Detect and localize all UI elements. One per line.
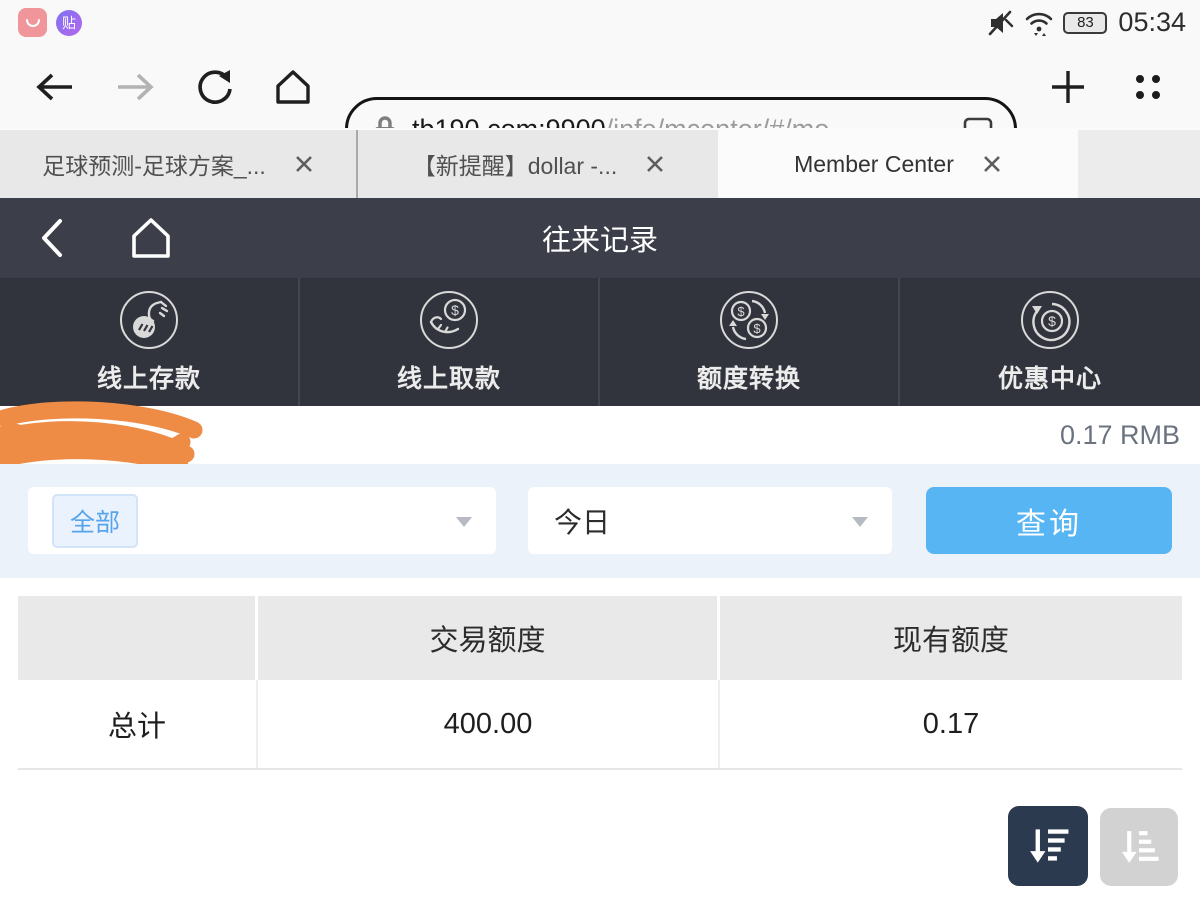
clock: 05:34 — [1118, 7, 1186, 37]
svg-text:$: $ — [753, 321, 761, 336]
account-row: 0.17 RMB — [0, 401, 1200, 475]
reload-button[interactable] — [188, 45, 242, 128]
sort-descending-icon — [1030, 829, 1069, 863]
wifi-icon — [1026, 12, 1053, 36]
sort-ascending-button[interactable] — [1100, 808, 1178, 886]
nav-credit-transfer[interactable]: $ $ 额度转换 — [600, 278, 900, 406]
total-current-value: 0.17 — [720, 680, 1182, 768]
summary-table: 交易额度 现有额度 总计 400.00 0.17 — [18, 596, 1182, 770]
close-icon[interactable] — [982, 154, 1002, 174]
table-header-row: 交易额度 现有额度 — [18, 596, 1182, 680]
page-home-button[interactable] — [126, 214, 176, 262]
home-button[interactable] — [266, 45, 320, 128]
nav-label: 优惠中心 — [997, 365, 1102, 393]
tab-label: 足球预测-足球方案_... — [42, 153, 266, 179]
tab-strip: 足球预测-足球方案_... 【新提醒】dollar -... Member Ce… — [0, 128, 1200, 198]
tab-label: 【新提醒】dollar -... — [412, 153, 618, 179]
battery-percent: 83 — [1077, 14, 1094, 31]
sort-descending-button[interactable] — [1008, 806, 1088, 886]
back-button[interactable] — [30, 45, 80, 128]
coin-refresh-icon: $ — [1021, 291, 1079, 349]
nav-online-deposit[interactable]: 线上存款 — [0, 278, 300, 406]
close-icon[interactable] — [294, 154, 314, 174]
total-label: 总计 — [18, 680, 258, 768]
type-select[interactable]: 全部 — [28, 487, 496, 554]
tieba-notification-icon: 贴 — [56, 10, 82, 36]
page-title: 往来记录 — [541, 225, 658, 257]
page-back-button[interactable] — [30, 216, 74, 260]
date-select[interactable]: 今日 — [528, 487, 892, 554]
quick-nav: 线上存款 $ 线上取款 $ $ 额度转换 $ 优惠中心 — [0, 278, 1200, 406]
coins-swap-icon: $ $ — [720, 291, 778, 349]
filter-bar: 全部 今日 查询 — [0, 464, 1200, 578]
muted-speaker-icon — [989, 10, 1014, 35]
chevron-down-icon — [852, 517, 868, 527]
tieba-badge-text: 贴 — [62, 15, 76, 31]
balance-amount: 0.17 RMB — [1059, 419, 1180, 450]
status-indicators: 83 05:34 — [987, 0, 1186, 45]
nav-label: 线上存款 — [96, 365, 201, 393]
screen: 贴 83 05:34 足球预测-足球方案_... 【新提醒】dollar -..… — [0, 0, 1200, 916]
close-icon[interactable] — [645, 154, 665, 174]
svg-text:$: $ — [737, 304, 745, 319]
sort-ascending-icon — [1121, 831, 1159, 863]
forward-button[interactable] — [110, 45, 160, 128]
hand-coin-icon: $ — [420, 291, 478, 349]
table-row: 总计 400.00 0.17 — [18, 680, 1182, 770]
tab-football-predict[interactable]: 足球预测-足球方案_... — [0, 130, 358, 198]
svg-text:$: $ — [1048, 313, 1056, 329]
nav-label: 线上取款 — [396, 365, 501, 393]
svg-text:$: $ — [451, 302, 459, 318]
new-tab-button[interactable] — [1042, 45, 1094, 128]
header-transaction-amount: 交易额度 — [258, 596, 720, 680]
nav-online-withdraw[interactable]: $ 线上取款 — [300, 278, 600, 406]
nav-promo-center[interactable]: $ 优惠中心 — [900, 278, 1200, 406]
query-button[interactable]: 查询 — [926, 487, 1172, 554]
page-header: 往来记录 — [0, 198, 1200, 278]
total-transaction-value: 400.00 — [258, 680, 720, 768]
browser-toolbar: tb190.com:9900/infe/mcenter/#/mo — [0, 45, 1200, 161]
header-empty — [18, 596, 258, 680]
chevron-down-icon — [456, 517, 472, 527]
hand-banknote-icon — [120, 291, 178, 349]
tab-new-reminder[interactable]: 【新提醒】dollar -... — [360, 130, 718, 198]
date-selected-value: 今日 — [554, 506, 611, 538]
tab-label: Member Center — [794, 150, 954, 177]
status-bar: 贴 83 05:34 — [0, 0, 1200, 45]
nav-label: 额度转换 — [696, 365, 801, 393]
appgallery-notification-icon — [18, 8, 47, 37]
menu-button[interactable] — [1122, 45, 1174, 128]
battery-indicator: 83 — [1063, 11, 1108, 34]
type-selected-chip[interactable]: 全部 — [52, 493, 139, 548]
header-current-amount: 现有额度 — [720, 596, 1182, 680]
tab-member-center-active[interactable]: Member Center — [718, 130, 1078, 198]
tab-strip-empty — [1078, 130, 1200, 198]
